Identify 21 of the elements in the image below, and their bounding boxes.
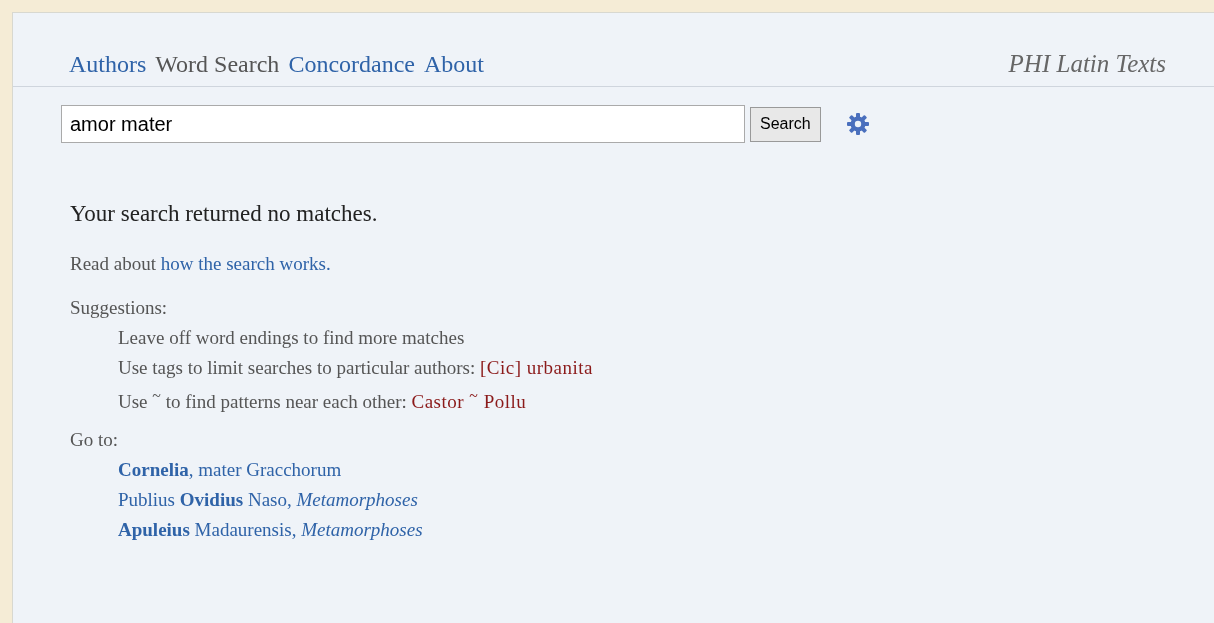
- result-message: Your search returned no matches.: [70, 201, 379, 227]
- search-field[interactable]: amor mater: [61, 105, 745, 143]
- suggestion-text: Leave off word endings to find more matches: [118, 327, 465, 348]
- nav-tab[interactable]: Concordance: [288, 51, 415, 78]
- nav-tab[interactable]: Word Search: [155, 51, 280, 78]
- suggestion-text: Use tags to limit searches to particular authors:: [118, 357, 476, 378]
- nav-tab[interactable]: About: [424, 51, 484, 78]
- goto-link[interactable]: Publius Ovidius Naso, Metamorphoses: [118, 489, 418, 510]
- search-button[interactable]: Search: [750, 106, 821, 142]
- settings-icon[interactable]: [845, 112, 870, 136]
- goto-heading: Go to:: [70, 429, 120, 451]
- goto-link[interactable]: Apuleius Madaurensis, Metamorphoses: [118, 519, 423, 540]
- example-query: [Cic] urbanita: [479, 357, 593, 378]
- suggestions-heading: Suggestions:: [70, 297, 169, 319]
- example-query: Castor $^{~}$ Pollu: [411, 391, 527, 413]
- goto-link[interactable]: Cornelia, mater Gracchorum: [118, 459, 342, 480]
- help-link[interactable]: how the search works.: [160, 253, 331, 274]
- nav-tab[interactable]: Authors: [69, 51, 147, 78]
- suggestion-text: Use $^{~}$ to find patterns near each other:: [118, 391, 407, 413]
- site-title: PHI Latin Texts: [1008, 50, 1166, 78]
- help-text: Read about: [70, 253, 156, 274]
